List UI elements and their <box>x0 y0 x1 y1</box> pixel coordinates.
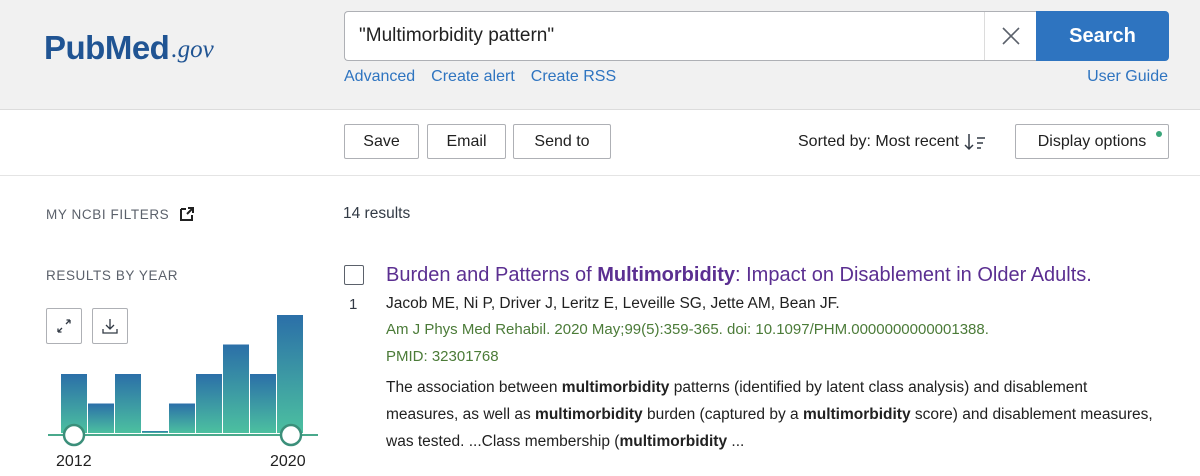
result-number: 1 <box>349 296 358 313</box>
snippet-highlight: multimorbidity <box>561 379 670 396</box>
result-checkbox[interactable] <box>344 265 364 285</box>
advanced-link[interactable]: Advanced <box>344 68 415 86</box>
external-link-icon <box>180 207 195 221</box>
result-snippet: The association between multimorbidity p… <box>386 374 1156 455</box>
snippet-highlight: multimorbidity <box>802 406 911 423</box>
my-ncbi-filters-heading[interactable]: MY NCBI FILTERS <box>46 206 195 222</box>
sort-control[interactable]: Sorted by: Most recent <box>798 132 988 152</box>
snippet-text: The association between <box>386 379 562 396</box>
year-end-label: 2020 <box>270 453 306 470</box>
my-ncbi-filters-label: MY NCBI FILTERS <box>46 206 170 222</box>
year-bar-2018[interactable] <box>223 344 249 434</box>
result-title-link[interactable]: Burden and Patterns of Multimorbidity: I… <box>386 263 1092 287</box>
snippet-text: ... <box>727 433 745 450</box>
send-to-button[interactable]: Send to <box>513 124 611 159</box>
options-indicator-dot <box>1156 131 1162 137</box>
user-guide-link[interactable]: User Guide <box>1087 68 1168 86</box>
pubmed-logo[interactable]: Pub Med .gov <box>44 14 214 64</box>
result-authors: Jacob ME, Ni P, Driver J, Leritz E, Leve… <box>386 295 840 312</box>
year-bar-2015[interactable] <box>142 431 168 433</box>
year-bar-2013[interactable] <box>88 403 114 434</box>
logo-gov: .gov <box>171 36 214 63</box>
clear-search-button[interactable] <box>984 12 1036 60</box>
title-highlight: Multimorbidity <box>597 264 736 286</box>
create-rss-link[interactable]: Create RSS <box>531 68 616 86</box>
logo-med: Med <box>104 29 170 66</box>
year-bar-2019[interactable] <box>250 374 276 433</box>
year-start-label: 2012 <box>56 453 92 470</box>
title-part: Burden and Patterns of <box>386 264 598 286</box>
create-alert-link[interactable]: Create alert <box>431 68 515 86</box>
header: Pub Med .gov Search Advanced Create aler… <box>0 0 1200 110</box>
results-count: 14 results <box>343 205 411 222</box>
display-options-button[interactable]: Display options <box>1015 124 1169 159</box>
year-bar-2020[interactable] <box>277 315 303 433</box>
search-input[interactable] <box>345 13 975 59</box>
search-sublinks: Advanced Create alert Create RSS <box>344 68 616 86</box>
snippet-highlight: multimorbidity <box>619 433 728 450</box>
results-by-year-chart[interactable] <box>46 300 322 450</box>
logo-pub: Pub <box>44 29 105 66</box>
title-part: : Impact on Disablement in Older Adults. <box>735 264 1092 286</box>
display-options-label: Display options <box>1037 132 1147 150</box>
search-button[interactable]: Search <box>1036 11 1169 61</box>
snippet-highlight: multimorbidity <box>535 406 643 423</box>
range-start-handle[interactable] <box>62 423 86 447</box>
results-by-year-heading: RESULTS BY YEAR <box>46 268 179 283</box>
close-icon <box>1001 27 1020 45</box>
result-pmid: PMID: 32301768 <box>386 348 499 365</box>
sort-label: Sorted by: Most recent <box>798 133 959 150</box>
range-end-handle[interactable] <box>279 423 303 447</box>
snippet-text: burden (captured by a <box>642 406 803 423</box>
save-button[interactable]: Save <box>344 124 419 159</box>
year-bar-2016[interactable] <box>169 403 195 434</box>
search-box <box>344 11 1036 61</box>
email-button[interactable]: Email <box>427 124 506 159</box>
year-bar-2017[interactable] <box>196 374 222 433</box>
sort-descending-icon <box>964 134 985 151</box>
results-toolbar: Save Email Send to Sorted by: Most recen… <box>0 110 1200 176</box>
year-bar-2014[interactable] <box>115 374 141 433</box>
result-citation: Am J Phys Med Rehabil. 2020 May;99(5):35… <box>386 321 989 338</box>
